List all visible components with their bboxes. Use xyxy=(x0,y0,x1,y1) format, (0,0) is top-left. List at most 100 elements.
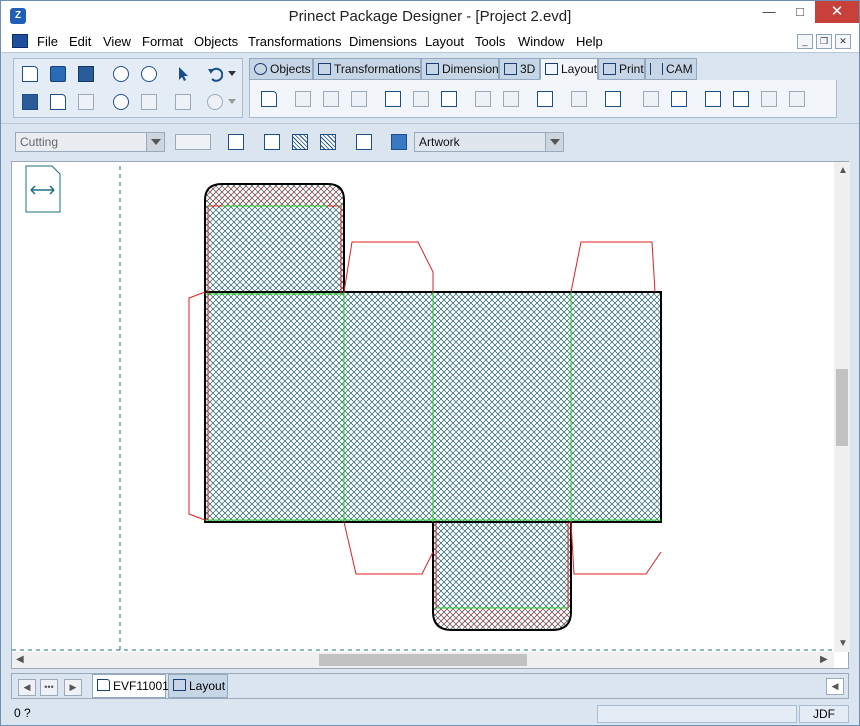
menu-tools[interactable]: Tools xyxy=(475,34,505,49)
image-button[interactable] xyxy=(388,131,410,153)
layout-stack-button xyxy=(568,88,590,110)
open-button[interactable] xyxy=(47,63,69,85)
layout-lines-button[interactable] xyxy=(602,88,624,110)
menu-help[interactable]: Help xyxy=(576,34,603,49)
redo-button xyxy=(204,91,226,113)
select-button[interactable] xyxy=(172,63,194,85)
tab-cam[interactable]: CAM xyxy=(645,58,697,80)
sheet-more-button[interactable]: ••• xyxy=(40,679,58,696)
layout-grid-icon xyxy=(173,679,186,691)
menu-view[interactable]: View xyxy=(103,34,131,49)
menu-transformations[interactable]: Transformations xyxy=(248,34,341,49)
undo-button[interactable] xyxy=(204,63,226,85)
zoom-fit-icon xyxy=(113,94,129,110)
open-folder-icon xyxy=(50,66,66,82)
maximize-button[interactable]: □ xyxy=(785,1,815,23)
frame-icon xyxy=(475,91,491,107)
zoom-in-button[interactable] xyxy=(138,63,160,85)
layout-select-frame-button xyxy=(500,88,522,110)
zoom-in-icon xyxy=(141,66,157,82)
chevron-left-icon[interactable]: ◀ xyxy=(16,654,24,665)
drawing-canvas[interactable]: ▲ ▼ ◀ ▶ xyxy=(11,161,850,669)
select-frame-icon xyxy=(503,91,519,107)
menu-edit[interactable]: Edit xyxy=(69,34,91,49)
corner-icon xyxy=(705,91,721,107)
sheet-prev-button[interactable]: ◀ xyxy=(18,679,36,696)
sheet-icon xyxy=(643,91,659,107)
layout-new-button[interactable] xyxy=(258,88,280,110)
horizontal-scroll-thumb[interactable] xyxy=(319,654,527,666)
mdi-restore-button[interactable]: ❐ xyxy=(816,34,832,49)
layer-select[interactable]: Artwork xyxy=(414,132,564,152)
layout-sheet-button xyxy=(640,88,662,110)
zoom-button[interactable] xyxy=(110,63,132,85)
vertical-scrollbar[interactable]: ▲ ▼ xyxy=(834,162,850,652)
menu-dimensions[interactable]: Dimensions xyxy=(349,34,417,49)
chevron-down-icon xyxy=(228,99,236,104)
layout-copy-button[interactable] xyxy=(382,88,404,110)
panel-toggle-button[interactable]: ◀ xyxy=(826,678,844,695)
layout-rotate-button xyxy=(348,88,370,110)
horizontal-scrollbar[interactable]: ◀ ▶ xyxy=(12,652,834,668)
layout-check-button xyxy=(320,88,342,110)
menu-format[interactable]: Format xyxy=(142,34,183,49)
sheet-next-button[interactable]: ▶ xyxy=(64,679,82,696)
menu-window[interactable]: Window xyxy=(518,34,564,49)
menu-objects[interactable]: Objects xyxy=(194,34,238,49)
fill-hatch-button[interactable] xyxy=(289,131,311,153)
layout-table-button[interactable] xyxy=(668,88,690,110)
dieline-drawing[interactable] xyxy=(12,162,834,652)
new-button[interactable] xyxy=(19,63,41,85)
layout-corner-button[interactable] xyxy=(702,88,724,110)
document-window-icon[interactable] xyxy=(12,34,28,48)
document-toggle-icon[interactable] xyxy=(25,165,61,213)
hatch-settings-button[interactable] xyxy=(353,131,375,153)
sheet-tab-evf11001[interactable]: EVF11001 xyxy=(92,674,169,698)
mdi-close-button[interactable]: ✕ xyxy=(835,34,851,49)
tab-transformations[interactable]: Transformations xyxy=(313,58,421,80)
vertical-scroll-thumb[interactable] xyxy=(836,369,848,446)
menu-layout[interactable]: Layout xyxy=(425,34,464,49)
hatch-icon xyxy=(292,134,308,150)
layout-step-repeat-button[interactable] xyxy=(534,88,556,110)
undo-dropdown[interactable] xyxy=(226,63,238,85)
sheet-tab-layout[interactable]: Layout xyxy=(168,674,228,698)
line-styles-icon xyxy=(175,134,211,150)
split-button[interactable] xyxy=(225,131,247,153)
menu-file[interactable]: File xyxy=(37,34,58,49)
layout-duplicate-button xyxy=(410,88,432,110)
chevron-down-icon xyxy=(228,71,236,76)
minimize-button[interactable]: — xyxy=(753,1,785,23)
layout-corner2-button[interactable] xyxy=(730,88,752,110)
tab-print[interactable]: Print xyxy=(598,58,645,80)
zoom-fit-button[interactable] xyxy=(110,91,132,113)
fill-crosshatch-button[interactable] xyxy=(317,131,339,153)
tab-layout[interactable]: Layout xyxy=(540,58,598,80)
tab-dimensions[interactable]: Dimensions xyxy=(421,58,505,80)
print-preview-button[interactable] xyxy=(47,91,69,113)
save-button[interactable] xyxy=(75,63,97,85)
mdi-minimize-button[interactable]: _ xyxy=(797,34,813,49)
line-styles-button xyxy=(173,131,213,153)
mode-select-value: Cutting xyxy=(20,135,59,149)
refresh-button xyxy=(75,91,97,113)
layout-tools xyxy=(249,80,837,118)
close-button[interactable]: ✕ xyxy=(815,1,859,23)
fill-none-button[interactable] xyxy=(261,131,283,153)
save-disk-icon xyxy=(78,66,94,82)
chevron-up-icon[interactable]: ▲ xyxy=(838,165,848,176)
redo-icon xyxy=(207,94,223,110)
chevron-down-icon[interactable]: ▼ xyxy=(838,638,848,649)
tab-3d[interactable]: 3D xyxy=(499,58,540,80)
printer-icon xyxy=(22,94,38,110)
layout-expand-button xyxy=(786,88,808,110)
print-button[interactable] xyxy=(19,91,41,113)
stack-icon xyxy=(571,91,587,107)
tab-objects[interactable]: Objects xyxy=(249,58,313,80)
chevron-right-icon[interactable]: ▶ xyxy=(820,654,828,665)
title-bar: Z Prinect Package Designer - [Project 2.… xyxy=(1,1,859,31)
layout-grid-button xyxy=(292,88,314,110)
refresh-icon xyxy=(78,94,94,110)
layout-align-button[interactable] xyxy=(438,88,460,110)
tab-label: Transformations xyxy=(334,62,421,76)
